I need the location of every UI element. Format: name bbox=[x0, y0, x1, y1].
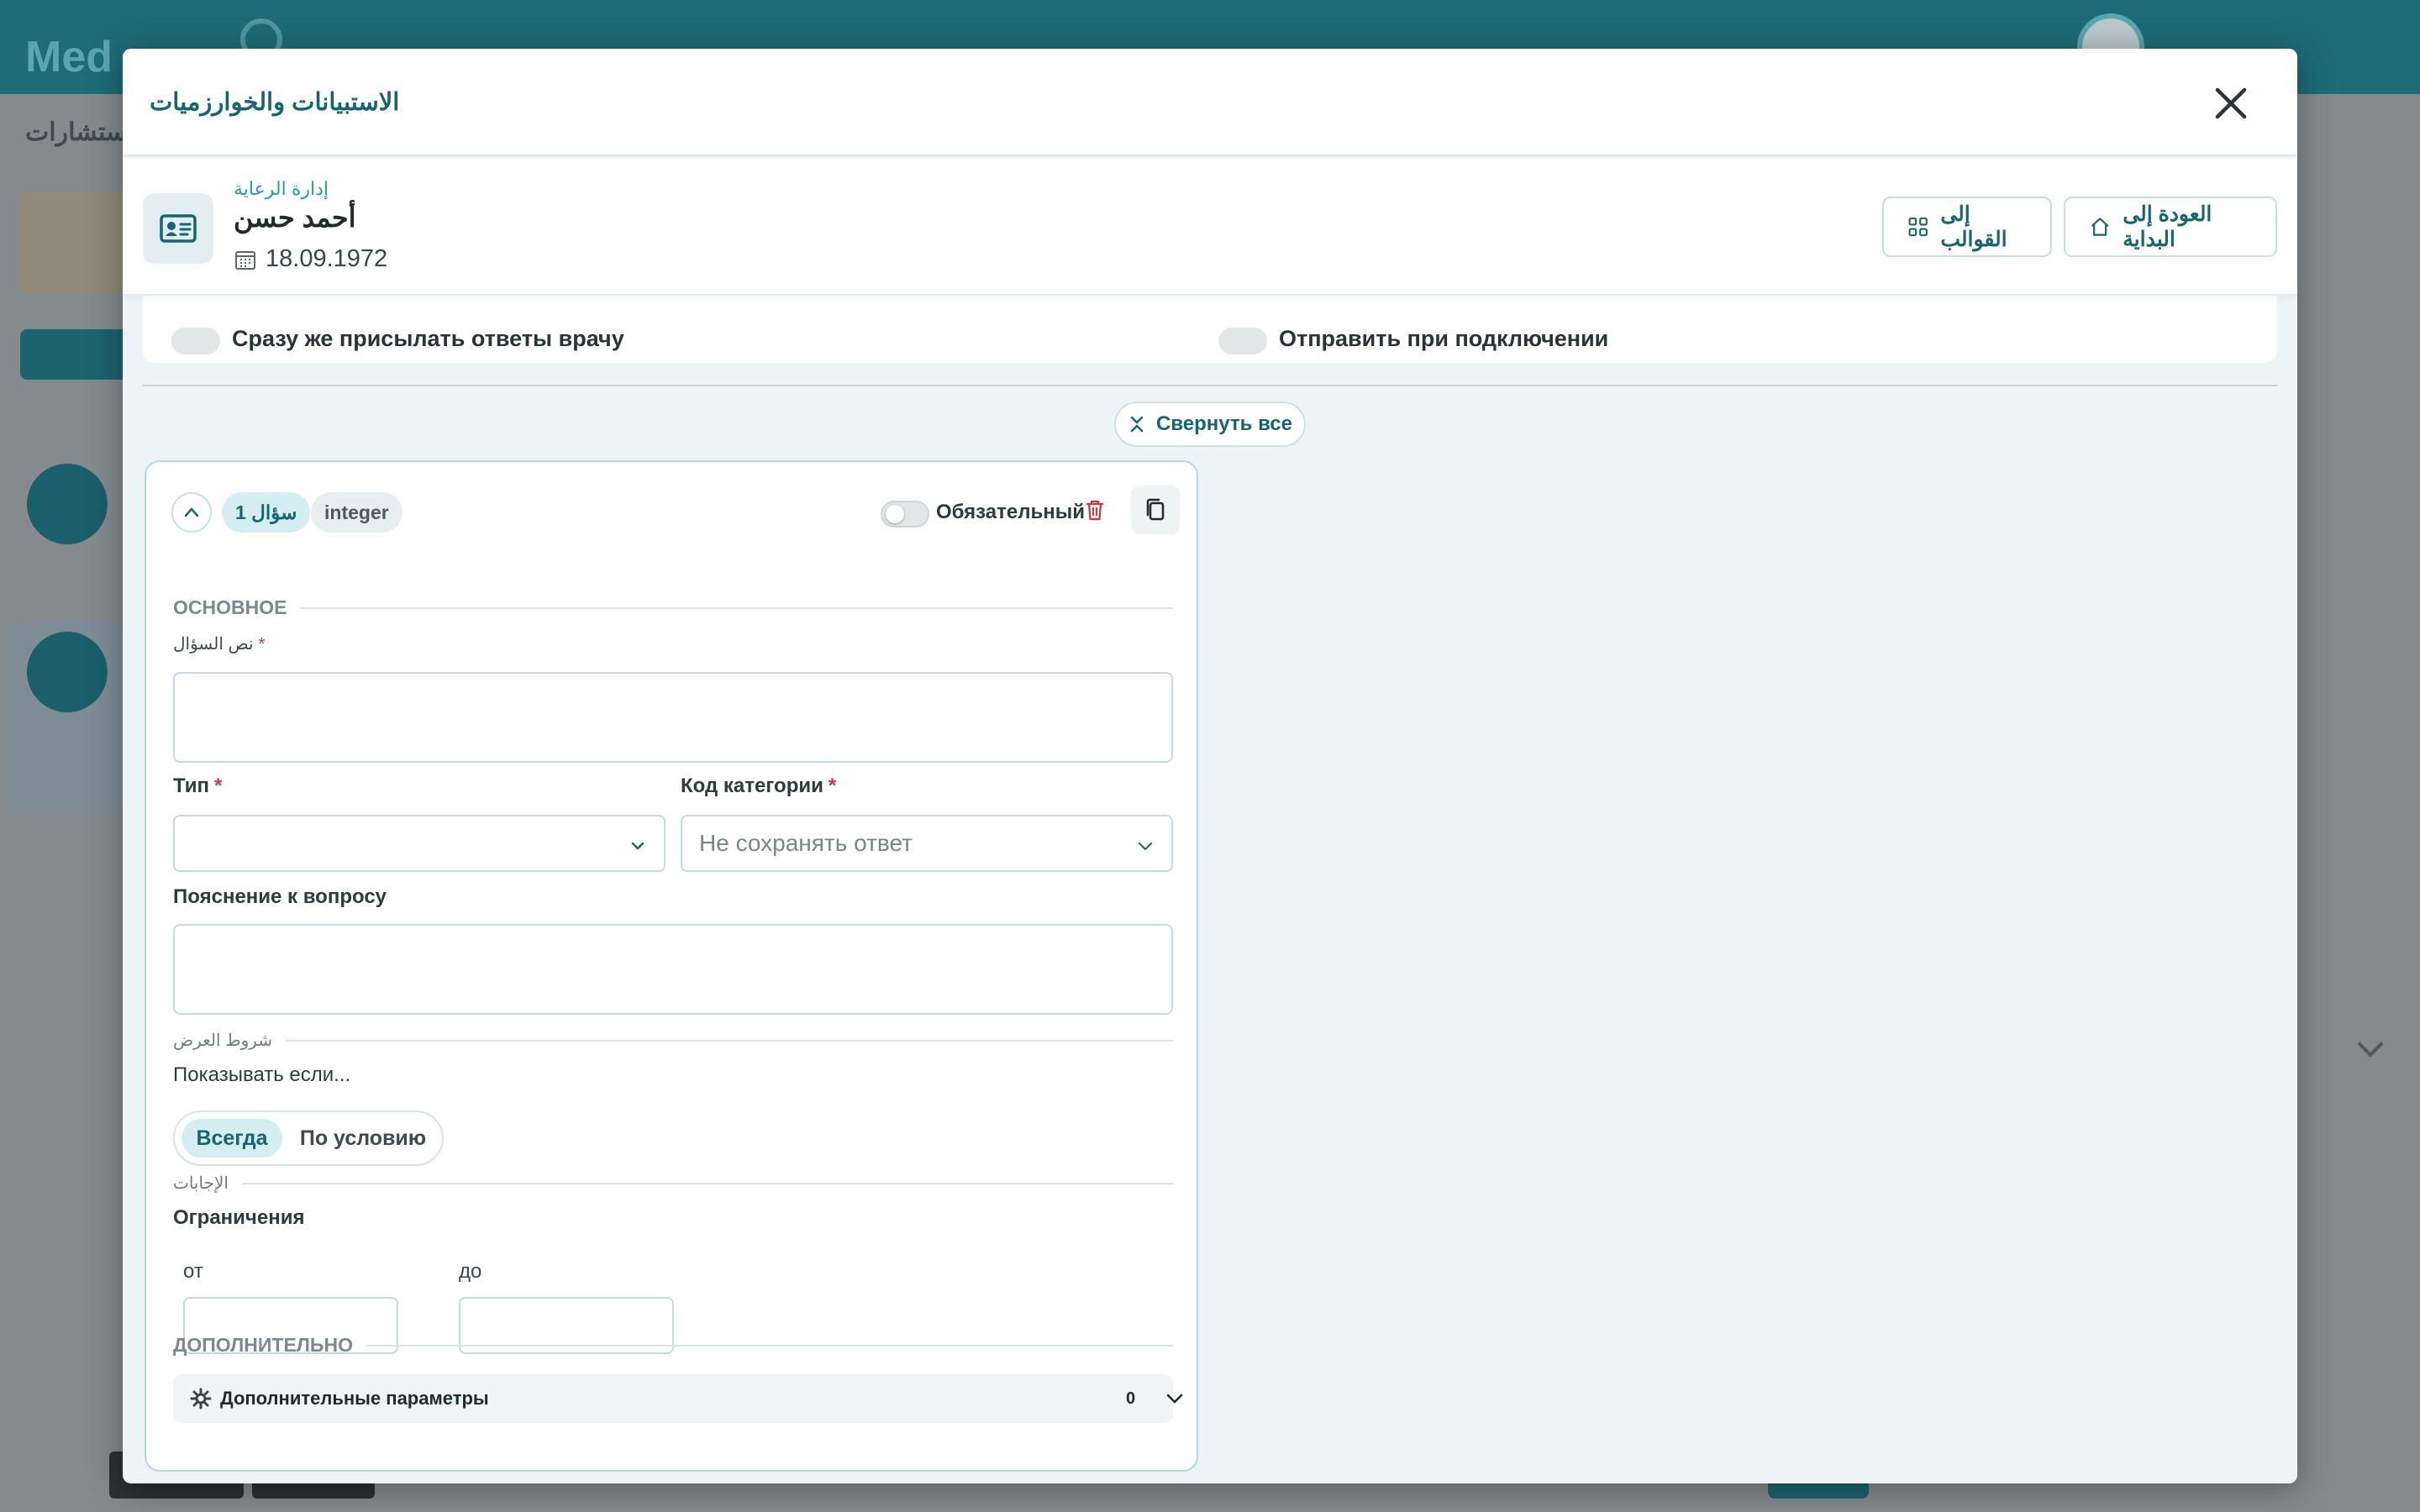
send-immediately-toggle[interactable] bbox=[171, 328, 220, 354]
background-logo: Med bbox=[25, 33, 113, 81]
explanation-label: Пояснение к вопросу bbox=[173, 885, 387, 908]
show-condition-segmented: Всегда По условию bbox=[173, 1110, 444, 1166]
send-on-connect-toggle[interactable] bbox=[1218, 328, 1267, 354]
type-select[interactable] bbox=[173, 815, 666, 872]
type-label: Тип * bbox=[173, 774, 223, 797]
explanation-input[interactable] bbox=[173, 924, 1173, 1015]
patient-dob: 18.09.1972 bbox=[234, 245, 387, 273]
question-text-label: نص السؤال * bbox=[173, 635, 266, 654]
send-immediately-label: Сразу же присылать ответы врачу bbox=[232, 326, 624, 351]
chevron-down-icon bbox=[631, 842, 644, 850]
patient-dob-value: 18.09.1972 bbox=[266, 245, 388, 272]
copy-icon bbox=[1146, 498, 1165, 521]
section-answers: الإجابات bbox=[173, 1173, 1173, 1194]
section-display-title: شروط العرض bbox=[173, 1032, 273, 1050]
background-button bbox=[20, 329, 129, 380]
templates-button[interactable]: إلى القوالب bbox=[1882, 197, 2052, 257]
home-button[interactable]: العودة إلى البداية bbox=[2064, 197, 2277, 257]
patient-department: إدارة الرعاية bbox=[234, 178, 329, 199]
collapse-question-button[interactable] bbox=[171, 492, 212, 533]
chevron-down-icon bbox=[1139, 843, 1152, 851]
calendar-icon bbox=[235, 250, 255, 270]
section-display-conditions: شروط العرض bbox=[173, 1030, 1173, 1051]
patient-name: أحمد حسن bbox=[234, 202, 356, 233]
patient-bar: إدارة الرعاية أحمد حسن 18.09.1972 إلى ال… bbox=[123, 158, 2297, 296]
section-additional-title: ДОПОЛНИТЕЛЬНО bbox=[173, 1334, 353, 1356]
background-user-icon bbox=[27, 464, 108, 544]
modal-header: الاستبيانات والخوارزميات bbox=[123, 49, 2297, 156]
templates-button-label: إلى القوالب bbox=[1940, 202, 2007, 251]
collapse-all-label: Свернуть все bbox=[1156, 412, 1292, 435]
section-divider bbox=[143, 385, 2277, 386]
question-number-badge: سؤال 1 bbox=[222, 492, 311, 533]
category-code-label: Код категории * bbox=[681, 774, 837, 797]
collapse-all-button[interactable]: Свернуть все bbox=[1114, 402, 1306, 447]
required-label: Обязательный bbox=[936, 501, 1085, 523]
section-basic-title: ОСНОВНОЕ bbox=[173, 596, 287, 618]
background-user-icon bbox=[27, 632, 108, 712]
background-card bbox=[18, 192, 136, 294]
show-if-label: Показывать если... bbox=[173, 1063, 351, 1086]
trash-icon bbox=[1086, 500, 1103, 521]
section-basic: ОСНОВНОЕ bbox=[173, 596, 1173, 619]
questionnaires-modal: الاستبيانات والخوارزميات Сразу же присыл… bbox=[123, 49, 2297, 1483]
section-additional: ДОПОЛНИТЕЛЬНО bbox=[173, 1334, 1173, 1357]
copy-question-button[interactable] bbox=[1131, 486, 1180, 534]
required-toggle[interactable] bbox=[881, 501, 929, 528]
chevron-down-icon bbox=[1166, 1394, 1183, 1404]
home-icon bbox=[2091, 218, 2109, 236]
question-type-badge: integer bbox=[311, 492, 402, 533]
gear-icon bbox=[190, 1388, 212, 1410]
from-label: от bbox=[183, 1260, 203, 1283]
chevron-up-icon bbox=[184, 507, 199, 517]
close-icon bbox=[2215, 87, 2247, 119]
delete-question-button[interactable] bbox=[1071, 486, 1119, 534]
modal-title: الاستبيانات والخوارزميات bbox=[150, 89, 400, 116]
extra-params-count: 0 bbox=[1126, 1389, 1136, 1408]
category-code-select[interactable]: Не сохранять ответ bbox=[681, 815, 1173, 872]
close-button[interactable] bbox=[2210, 82, 2252, 124]
send-on-connect-label: Отправить при подключении bbox=[1279, 326, 1609, 351]
limits-label: Ограничения bbox=[173, 1206, 305, 1229]
extra-params-accordion[interactable]: Дополнительные параметры 0 bbox=[173, 1374, 1183, 1423]
collapse-icon bbox=[1130, 416, 1144, 433]
home-button-label: العودة إلى البداية bbox=[2123, 202, 2212, 251]
grid-icon bbox=[1908, 217, 1928, 237]
category-code-placeholder: Не сохранять ответ bbox=[699, 830, 913, 856]
to-label: до bbox=[459, 1260, 482, 1283]
extra-params-label: Дополнительные параметры bbox=[220, 1388, 489, 1409]
patient-card-icon bbox=[143, 193, 213, 264]
question-card: سؤال 1 integer Обязательный ОСНОВНОЕ نص … bbox=[145, 460, 1198, 1472]
show-conditional-option[interactable]: По условию bbox=[292, 1119, 434, 1158]
show-always-option[interactable]: Всегда bbox=[182, 1119, 282, 1158]
question-text-input[interactable] bbox=[173, 672, 1173, 763]
section-answers-title: الإجابات bbox=[173, 1174, 229, 1193]
